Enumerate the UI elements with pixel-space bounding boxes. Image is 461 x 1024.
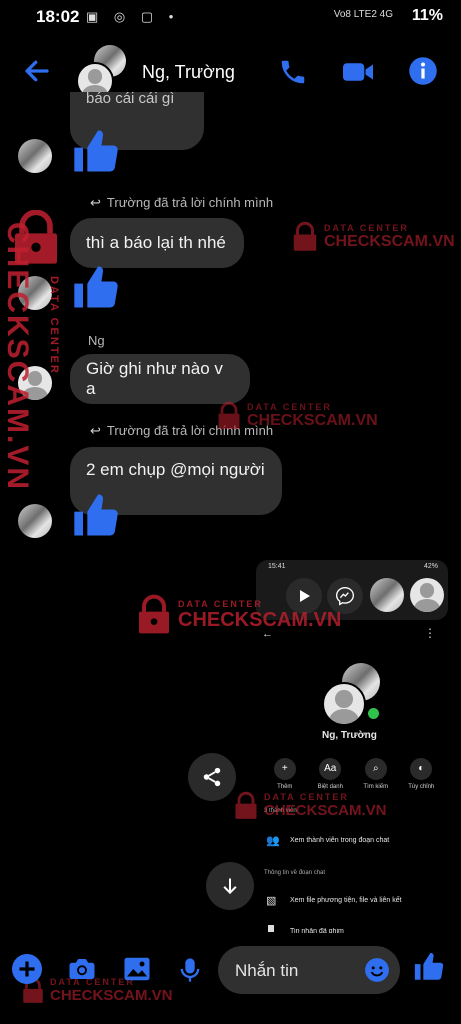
arrow-down-icon <box>223 878 237 895</box>
palette-icon: ◐ <box>410 758 433 780</box>
microphone-icon[interactable] <box>176 954 204 986</box>
option-add: + Thêm <box>262 758 308 790</box>
status-bar: 18:02 ▣ ◎ ▢ • Vo8 LTE2 4G 11% <box>0 0 461 34</box>
status-time: 18:02 <box>36 7 80 26</box>
message-text: báo cái cái gì <box>86 90 175 107</box>
add-person-icon: + <box>273 758 296 780</box>
reply-indicator: ↩ Trường đã trả lời chính mình <box>90 195 274 210</box>
info-icon[interactable] <box>408 56 438 86</box>
media-link: Xem file phương tiện, file và liên kết <box>290 897 402 904</box>
plus-icon <box>19 961 35 977</box>
watermark: DATA CENTER CHECKSCAM.VN <box>290 220 455 254</box>
network-indicator: Vo8 LTE2 4G <box>333 9 393 20</box>
shared-image-battery: 42% <box>423 563 438 570</box>
message-input[interactable]: Nhắn tin <box>218 946 400 994</box>
message-input-placeholder: Nhắn tin <box>235 961 299 980</box>
thumbs-up-icon <box>74 266 118 308</box>
members-icon: 👥 <box>266 835 280 847</box>
online-indicator <box>366 706 381 721</box>
notification-icons: ▣ ◎ ▢ • <box>86 9 180 24</box>
option-customize: ◐ Tùy chỉnh <box>399 758 445 790</box>
shared-image-profile-avatar <box>322 682 366 726</box>
pinned-link: Tin nhắn đã ghim <box>290 928 344 933</box>
share-button[interactable] <box>188 753 236 801</box>
reply-arrow-icon: ↩ <box>90 423 101 438</box>
message-bubble[interactable]: Giờ ghi như nào v a <box>70 354 250 404</box>
message-text: Giờ ghi như nào v a <box>86 359 223 398</box>
lock-icon <box>218 401 240 429</box>
emoji-icon[interactable] <box>364 957 390 983</box>
sender-name: Ng <box>88 333 105 348</box>
lock-icon <box>235 791 257 819</box>
text-icon: Aa <box>319 758 342 780</box>
shared-image-overflow-icon: ⋮ <box>424 626 436 640</box>
watermark: DATA CENTER CHECKSCAM.VN <box>134 592 341 638</box>
shared-image-name: Ng, Trường <box>322 730 377 741</box>
thumbs-up-icon <box>74 130 118 172</box>
search-icon: ⌕ <box>364 758 387 780</box>
watermark: DATA CENTER CHECKSCAM.VN <box>215 400 378 432</box>
back-arrow-icon[interactable] <box>22 56 52 86</box>
shared-image-options: + Thêm Aa Biệt danh ⌕ Tìm kiếm ◐ Tùy chỉnh <box>262 758 444 790</box>
shared-image-avatar <box>410 578 444 612</box>
share-icon <box>203 767 221 787</box>
option-search: ⌕ Tìm kiếm <box>353 758 399 790</box>
lock-icon <box>139 594 169 634</box>
thumbs-up-send-icon[interactable] <box>412 950 446 984</box>
gallery-icon[interactable] <box>122 954 152 984</box>
message-text: thì a báo lại th nhé <box>86 233 226 252</box>
plus-button[interactable] <box>12 954 42 984</box>
thumbs-up-icon <box>74 494 118 536</box>
media-icon: ▧ <box>266 895 277 907</box>
watermark-vertical-text: CHECKSCAM.VN <box>1 222 34 492</box>
pin-icon <box>268 925 274 932</box>
sender-avatar <box>18 139 52 173</box>
shared-image-avatar-photo <box>370 578 404 612</box>
scroll-down-button[interactable] <box>206 862 254 910</box>
watermark: DATA CENTER CHECKSCAM.VN <box>232 790 387 822</box>
message-text: 2 em chụp @mọi người <box>86 460 265 479</box>
chat-title[interactable]: Ng, Trường <box>142 62 235 83</box>
reply-arrow-icon: ↩ <box>90 195 101 210</box>
phone-icon[interactable] <box>278 57 308 87</box>
shared-image-time: 15:41 <box>268 563 286 570</box>
video-call-icon[interactable] <box>340 57 376 87</box>
composer-bar: Nhắn tin <box>0 940 461 1010</box>
option-nickname: Aa Biệt danh <box>308 758 354 790</box>
battery-level: 11% <box>411 7 443 24</box>
chat-info-header: Thông tin về đoạn chat <box>264 870 326 876</box>
camera-icon[interactable] <box>66 954 98 984</box>
lock-icon <box>293 221 317 251</box>
members-link: Xem thành viên trong đoạn chat <box>290 837 390 844</box>
watermark-label-vertical: DATA CENTER <box>48 276 60 375</box>
message-bubble[interactable]: thì a báo lại th nhé <box>70 218 244 268</box>
